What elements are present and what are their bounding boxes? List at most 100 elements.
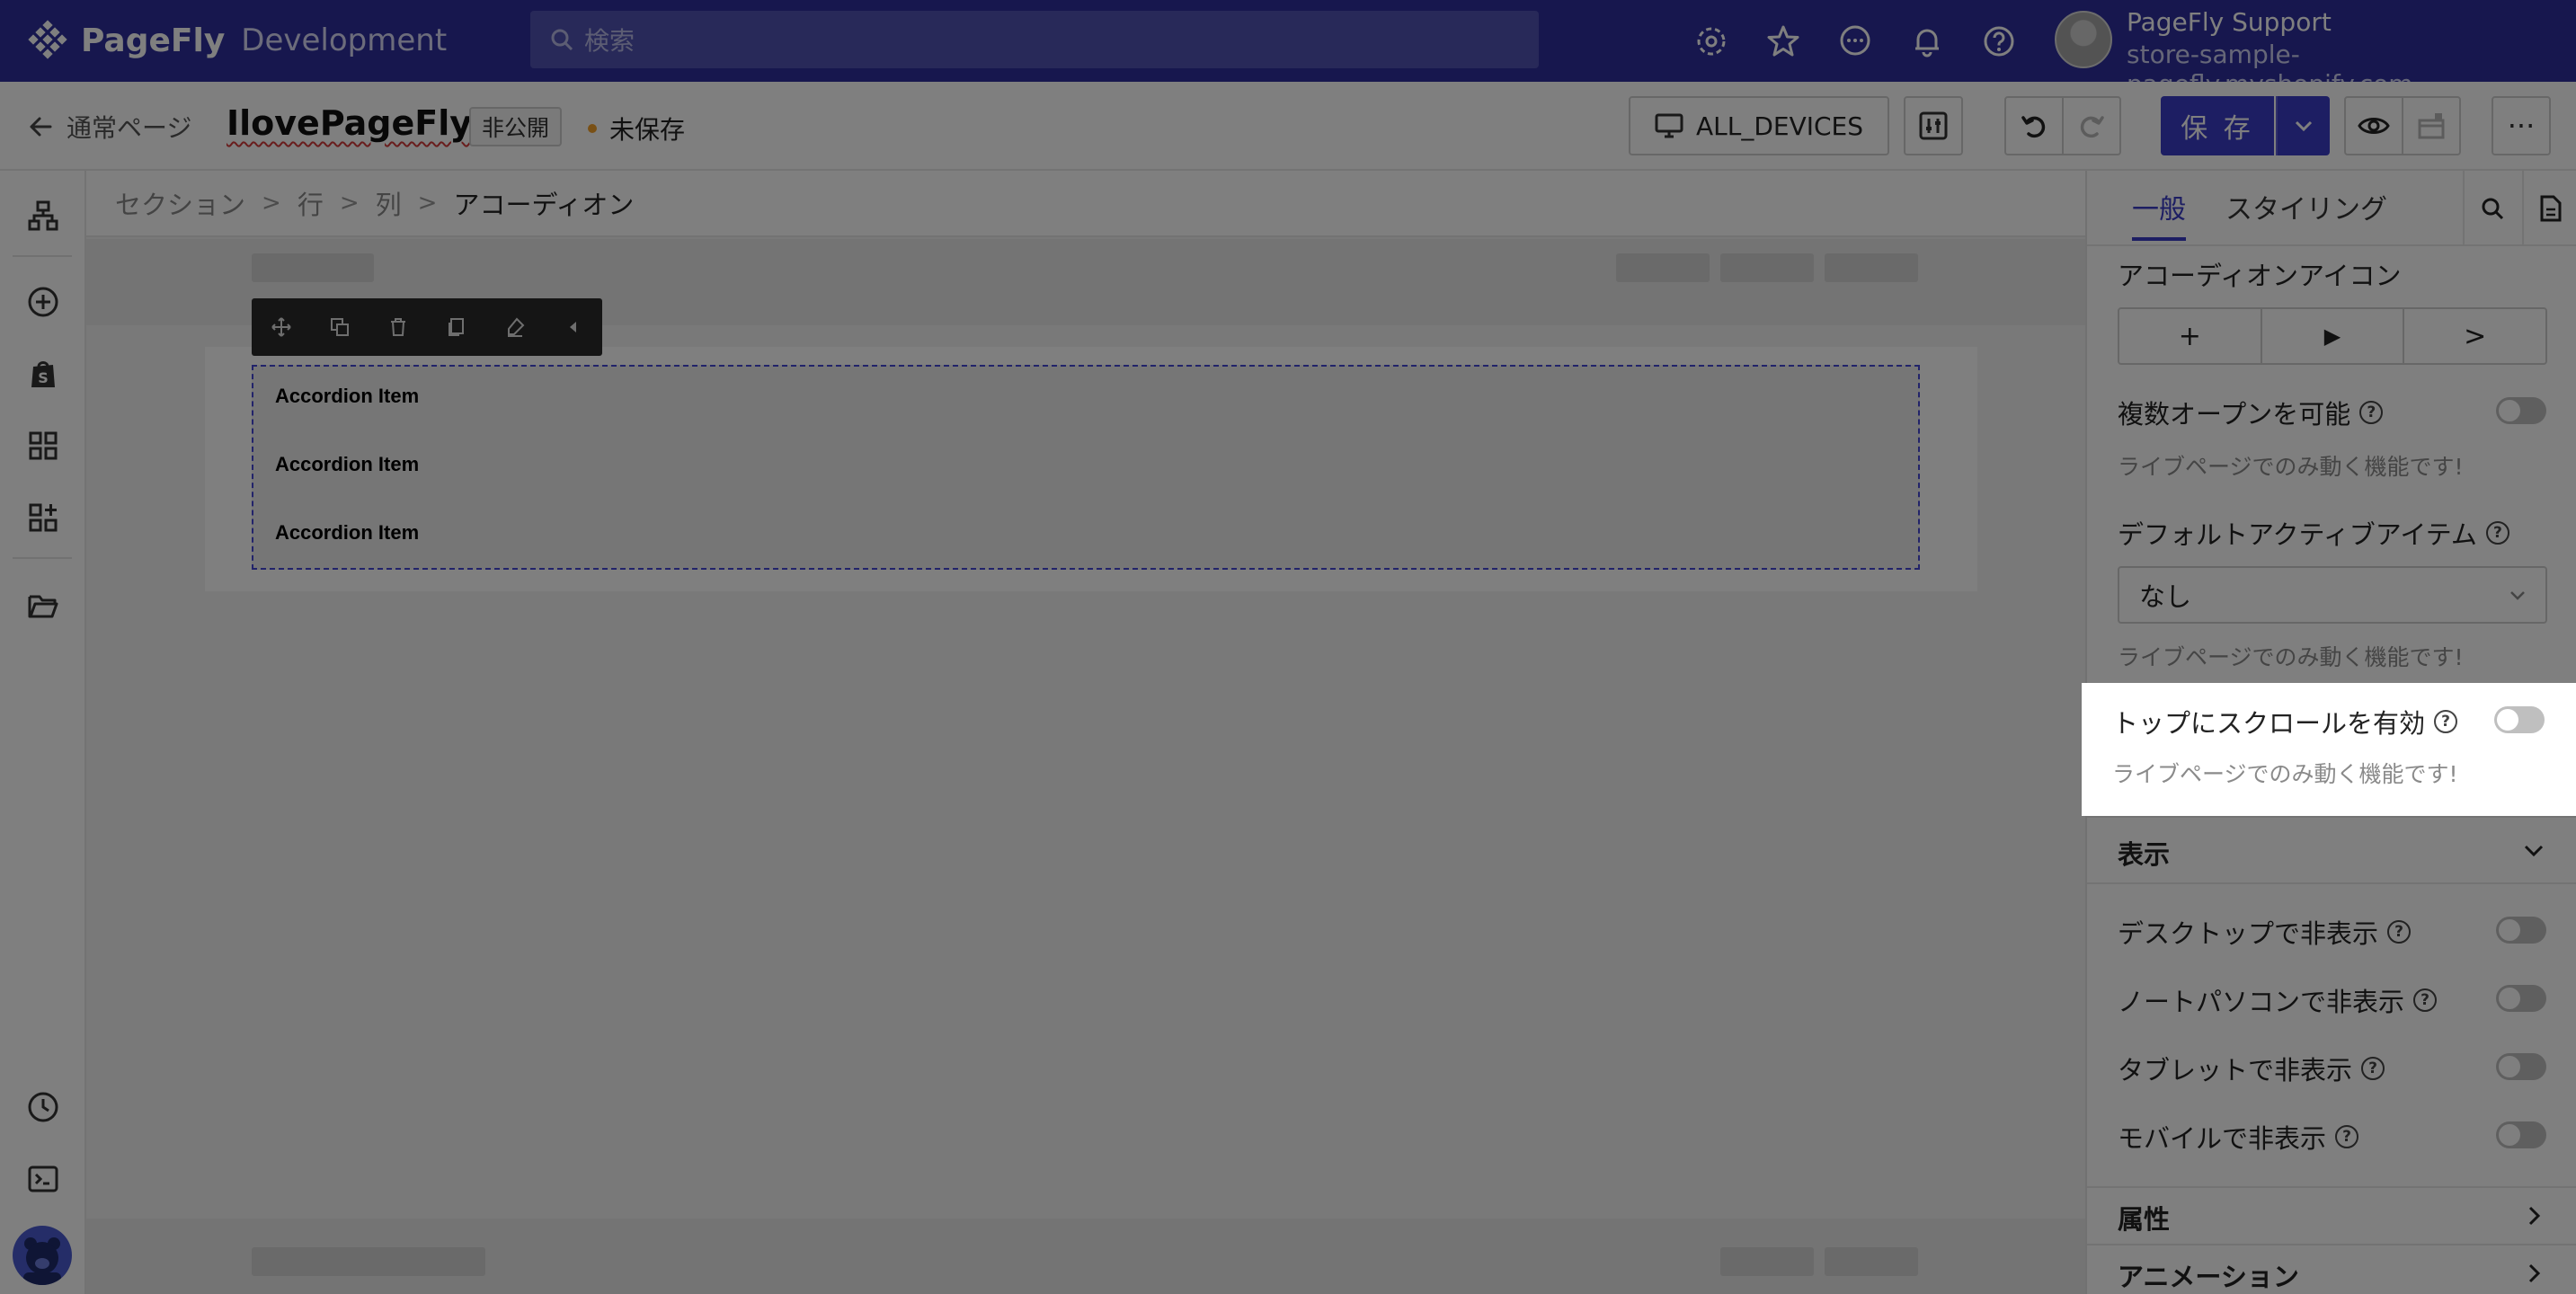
search-icon (2482, 198, 2504, 220)
shopify-icon[interactable]: S (25, 356, 61, 392)
chat-icon[interactable] (1837, 23, 1873, 59)
footer-link-placeholder (1720, 1247, 1814, 1276)
help-icon[interactable]: ? (2387, 920, 2412, 944)
redo-icon (2080, 116, 2104, 138)
help-icon[interactable]: ? (2359, 401, 2384, 424)
scroll-top-highlight-hint: ライブページでのみ動く機能です! (2112, 761, 2458, 787)
documentation-button[interactable] (2522, 171, 2576, 246)
default-active-select[interactable]: なし (2118, 566, 2547, 624)
chevron-right-icon[interactable] (2520, 1202, 2547, 1229)
breadcrumb-row[interactable]: 行 (298, 184, 324, 222)
svg-text:S: S (38, 369, 49, 386)
multi-open-toggle[interactable] (2496, 397, 2546, 424)
save-options-button[interactable] (2276, 96, 2330, 155)
redo-button[interactable] (2062, 96, 2121, 155)
settings-gear-icon[interactable] (1693, 23, 1729, 59)
scroll-top-toggle[interactable] (2494, 706, 2545, 733)
unsaved-indicator: 未保存 (588, 111, 685, 146)
inspector-search-button[interactable] (2463, 171, 2520, 246)
history-clock-icon[interactable] (25, 1089, 61, 1125)
hide-laptop-label: ノートパソコンで非表示 (2118, 987, 2405, 1017)
page-title[interactable]: IlovePageFly (227, 103, 472, 143)
hide-mobile-toggle[interactable] (2496, 1121, 2546, 1148)
sections-grid-icon[interactable] (25, 428, 61, 464)
breadcrumb-column[interactable]: 列 (376, 184, 402, 222)
copy-style-icon[interactable] (427, 298, 485, 356)
user-avatar[interactable] (2055, 11, 2112, 68)
publish-button[interactable] (2402, 96, 2461, 155)
accordion-item-1[interactable]: Accordion Item (275, 385, 419, 408)
hide-desktop-toggle[interactable] (2496, 917, 2546, 944)
accordion-element[interactable]: Accordion Item Accordion Item Accordion … (252, 365, 1920, 570)
desktop-icon (1655, 113, 1683, 138)
chevron-down-icon (2295, 120, 2313, 132)
back-button[interactable]: 通常ページ (27, 109, 191, 145)
help-icon[interactable]: ? (2434, 710, 2458, 733)
status-badge: 非公開 (469, 107, 563, 146)
unsaved-label: 未保存 (609, 115, 686, 145)
bell-icon[interactable] (1909, 23, 1945, 59)
sliders-icon (1919, 111, 1948, 140)
breadcrumb-accordion: アコーディオン (453, 190, 635, 220)
help-icon[interactable]: ? (2413, 988, 2438, 1012)
help-icon[interactable] (1981, 23, 2017, 59)
help-icon[interactable]: ? (2335, 1125, 2359, 1148)
search-input[interactable]: 検索 (530, 11, 1539, 68)
hide-desktop-label: デスクトップで非表示 (2118, 918, 2379, 949)
accordion-item-2[interactable]: Accordion Item (275, 453, 419, 476)
page-outline-icon[interactable] (25, 198, 61, 234)
panel-divider (2087, 882, 2576, 884)
duplicate-icon[interactable] (310, 298, 369, 356)
bear-avatar[interactable] (13, 1226, 72, 1285)
search-placeholder: 検索 (584, 26, 635, 56)
add-element-icon[interactable] (25, 284, 61, 320)
header-nav-placeholder (1616, 253, 1710, 282)
hide-tablet-toggle[interactable] (2496, 1053, 2546, 1080)
element-toolbar (252, 298, 602, 356)
hide-mobile-row: モバイルで非表示 ? (2118, 1118, 2359, 1156)
attributes-section-header[interactable]: 属性 (2118, 1199, 2170, 1236)
user-name[interactable]: PageFly Support (2127, 7, 2332, 37)
breadcrumb-section[interactable]: セクション (115, 184, 245, 222)
paste-style-icon[interactable] (485, 298, 544, 356)
page-settings-button[interactable] (1904, 96, 1963, 155)
back-label: 通常ページ (67, 113, 192, 143)
top-navigation-bar: PageFly Development 検索 PageFly Support s… (0, 0, 2576, 99)
sidebar-divider (13, 557, 72, 559)
move-icon[interactable] (252, 298, 310, 356)
display-section-header[interactable]: 表示 (2118, 834, 2170, 872)
help-icon[interactable]: ? (2485, 521, 2509, 545)
editor-canvas[interactable]: セクション > 行 > 列 > アコーディオン Accordion Item A… (86, 171, 2085, 1294)
icon-option-triangle[interactable]: ▶ (2262, 309, 2405, 363)
animation-section-header[interactable]: アニメーション (2118, 1256, 2299, 1294)
scroll-top-highlight-label: トップにスクロールを有効 (2112, 708, 2426, 739)
icon-option-plus[interactable]: + (2119, 309, 2262, 363)
star-icon[interactable] (1765, 23, 1801, 59)
pagefly-logo[interactable]: PageFly Development (27, 20, 447, 61)
delete-icon[interactable] (369, 298, 427, 356)
chevron-down-icon[interactable] (2520, 838, 2547, 864)
panel-divider (2087, 1186, 2576, 1188)
hide-laptop-toggle[interactable] (2496, 985, 2546, 1012)
save-button[interactable]: 保 存 (2161, 96, 2274, 155)
accordion-item-3[interactable]: Accordion Item (275, 521, 419, 545)
apps-icon[interactable] (25, 500, 61, 536)
inspector-tabs: 一般 スタイリング (2087, 171, 2576, 246)
folder-icon[interactable] (25, 588, 61, 624)
publish-icon (2418, 113, 2445, 139)
multi-open-label: 複数オープンを可能 (2118, 399, 2351, 430)
icon-option-chevron[interactable]: > (2404, 309, 2545, 363)
help-icon[interactable]: ? (2361, 1057, 2385, 1080)
device-selector-button[interactable]: ALL_DEVICES (1629, 96, 1889, 155)
code-terminal-icon[interactable] (25, 1161, 61, 1197)
preview-button[interactable] (2344, 96, 2403, 155)
undo-button[interactable] (2004, 96, 2064, 155)
tab-general[interactable]: 一般 (2132, 187, 2186, 241)
sidebar-divider (13, 255, 72, 257)
collapse-toolbar-icon[interactable] (544, 298, 602, 356)
chevron-right-icon[interactable] (2520, 1260, 2547, 1287)
more-options-button[interactable]: ··· (2492, 96, 2551, 155)
default-active-row: デフォルトアクティブアイテム ? (2118, 514, 2509, 552)
panel-divider (2087, 1244, 2576, 1245)
tab-styling[interactable]: スタイリング (2225, 187, 2387, 226)
